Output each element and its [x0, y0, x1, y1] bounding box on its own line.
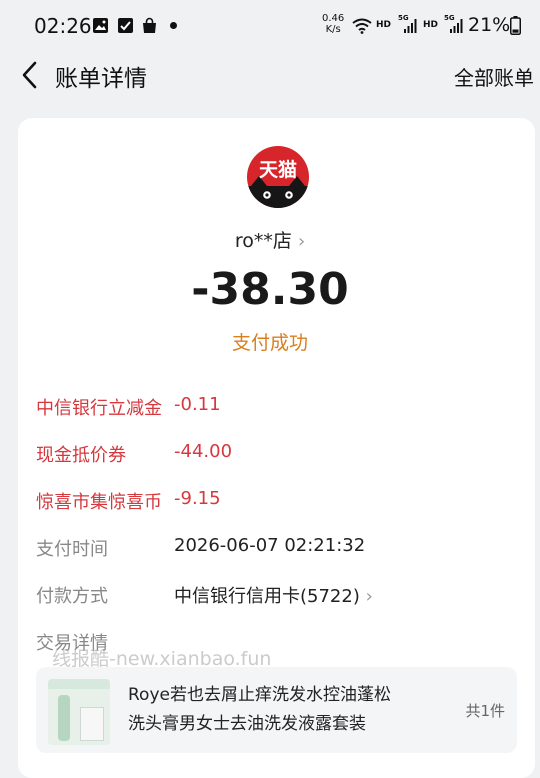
signal-icon-1: [404, 19, 417, 33]
page-title: 账单详情: [55, 66, 147, 92]
notification-dot: [170, 22, 177, 29]
status-time: 02:26: [34, 14, 92, 38]
chevron-right-icon: ›: [297, 231, 306, 252]
cash-coupon-value: -44.00: [174, 441, 233, 462]
cash-coupon-label: 现金抵价券: [36, 445, 126, 466]
payment-method-value: 中信银行信用卡(5722): [174, 586, 360, 607]
battery-icon: [510, 16, 521, 35]
nav-bar: 账单详情 全部账单: [0, 50, 540, 100]
merchant-name: ro**店: [234, 230, 292, 252]
chevron-right-icon: ›: [365, 586, 373, 607]
merchant-name-link[interactable]: ro**店 ›: [0, 226, 540, 253]
gallery-icon: [93, 18, 108, 33]
surprise-coin-label: 惊喜市集惊喜币: [36, 492, 162, 513]
payment-time-label: 支付时间: [36, 539, 108, 560]
shopping-bag-icon: [143, 17, 156, 33]
payment-time-value: 2026-06-07 02:21:32: [174, 535, 366, 556]
status-bar: 02:26 0.46 K/s HD 5G HD 5G 21%: [0, 0, 540, 50]
product-item[interactable]: Roye若也去屑止痒洗发水控油蓬松 洗头膏男女士去油洗发液露套装 共1件: [36, 667, 517, 753]
product-thumbnail: [48, 679, 110, 745]
payment-amount: -38.30: [191, 264, 349, 315]
signal-icon-2: [450, 19, 463, 33]
product-title: Roye若也去屑止痒洗发水控油蓬松 洗头膏男女士去油洗发液露套装: [128, 685, 391, 734]
product-count: 共1件: [465, 702, 505, 720]
battery-percent: 21%: [468, 14, 511, 36]
payment-method-label: 付款方式: [36, 586, 108, 607]
all-bills-link[interactable]: 全部账单: [454, 62, 534, 91]
back-arrow-icon[interactable]: [14, 58, 48, 92]
bank-discount-value: -0.11: [174, 394, 221, 415]
bank-discount-label: 中信银行立减金: [36, 398, 162, 419]
checkbox-icon: [118, 18, 133, 33]
network-speed: 0.46 K/s: [322, 13, 345, 35]
wifi-icon: [352, 18, 372, 34]
payment-status: 支付成功: [231, 332, 308, 354]
hd-label-2: HD: [423, 20, 439, 30]
hd-label-1: HD: [376, 20, 392, 30]
surprise-coin-value: -9.15: [174, 488, 221, 509]
logo-text: 天猫: [258, 159, 297, 181]
payment-method-link[interactable]: 中信银行信用卡(5722) ›: [174, 582, 373, 608]
